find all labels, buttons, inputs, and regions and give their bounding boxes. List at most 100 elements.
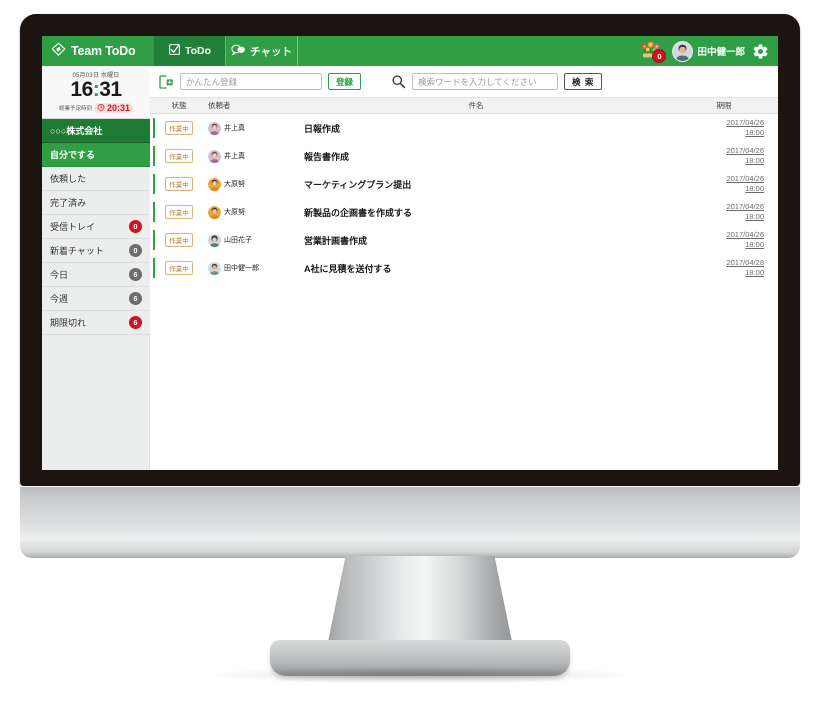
tab-chat[interactable]: チャット: [226, 36, 298, 66]
avatar: [208, 233, 221, 247]
task-title[interactable]: マーケティングプラン提出: [282, 178, 670, 191]
task-requester-cell: 井上真: [208, 121, 282, 135]
status-badge[interactable]: 作業中: [165, 261, 193, 275]
sidebar-item-label: 期限切れ: [50, 318, 87, 329]
search-button[interactable]: 検 索: [564, 73, 603, 90]
status-badge[interactable]: 作業中: [165, 121, 193, 135]
table-row[interactable]: 作業中 大原努 新製品の企画書を作成する 2017/04/26 18:00: [150, 198, 778, 226]
requester-name: 山田花子: [224, 237, 252, 244]
task-title[interactable]: 報告書作成: [282, 150, 670, 163]
clock-widget: 05月03日 水曜日 16:31 終業予定時刻 20:31: [42, 66, 150, 120]
due-time: 18:00: [745, 156, 764, 165]
due-time: 18:00: [745, 184, 764, 193]
task-requester-cell: 大原努: [208, 177, 282, 191]
sidebar-item-requested[interactable]: 依頼した: [42, 167, 150, 192]
sidebar-item-label: 完了済み: [50, 198, 87, 209]
sidebar-item-label: 今週: [50, 294, 69, 305]
status-badge[interactable]: 作業中: [165, 149, 193, 163]
task-due-cell: 2017/04/26 18:00: [670, 202, 778, 222]
status-badge[interactable]: 作業中: [165, 233, 193, 247]
sidebar-item-overdue[interactable]: 期限切れ 6: [42, 311, 150, 336]
sidebar-item-company[interactable]: ○○○株式会社: [42, 119, 150, 144]
tab-todo[interactable]: ToDo: [154, 36, 226, 66]
task-title[interactable]: A社に見積を送付する: [282, 262, 670, 275]
search-group: 検索ワードを入力してください 検 索: [391, 73, 603, 90]
main-panel: かんたん登録 登録 検索ワードを入力してください 検 索 状態 依頼者 件名 期…: [150, 66, 778, 470]
status-badge[interactable]: 作業中: [165, 205, 193, 219]
task-title[interactable]: 新製品の企画書を作成する: [282, 206, 670, 219]
clock-footer: 終業予定時刻 20:31: [42, 103, 150, 114]
task-state-cell: 作業中: [150, 261, 208, 275]
due-date: 2017/04/26: [726, 173, 764, 183]
sidebar-item-label: 依頼した: [50, 174, 87, 185]
column-header-state: 状態: [171, 101, 187, 110]
end-time-label: 終業予定時刻: [58, 106, 92, 113]
diamond-logo-icon: [51, 42, 66, 60]
sidebar-item-badge: 0: [129, 244, 142, 258]
requester-name: 田中健一郎: [224, 265, 259, 272]
add-task-icon[interactable]: [158, 74, 174, 90]
task-state-cell: 作業中: [150, 233, 208, 247]
row-accent-bar: [153, 230, 155, 250]
table-row[interactable]: 作業中 山田花子 営業計画書作成 2017/04/26 18:00: [150, 226, 778, 254]
status-badge[interactable]: 作業中: [165, 177, 193, 191]
notification-button[interactable]: 0: [637, 40, 667, 63]
avatar: [672, 40, 694, 62]
sidebar-item-label: 新着チャット: [50, 246, 104, 257]
table-header: 状態 依頼者 件名 期限: [150, 98, 778, 114]
sidebar-item-completed[interactable]: 完了済み: [42, 191, 150, 216]
table-row[interactable]: 作業中 大原努 マーケティングプラン提出 2017/04/26 18:00: [150, 170, 778, 198]
row-accent-bar: [153, 258, 155, 278]
sidebar-item-label: 自分でする: [50, 150, 96, 161]
sidebar-item-badge: 6: [129, 292, 142, 306]
search-input[interactable]: 検索ワードを入力してください: [412, 73, 559, 90]
task-title[interactable]: 日報作成: [282, 122, 670, 135]
monitor-chin: [20, 486, 800, 558]
task-list: 作業中 井上真 日報作成 2017/04/26 18:00 作業中 井上真 報告…: [150, 114, 778, 470]
user-name-label: 田中健一郎: [697, 47, 745, 58]
top-bar: Team ToDo ToDo チャット 0 田中健一郎: [42, 36, 778, 66]
sidebar-item-inbox[interactable]: 受信トレイ 0: [42, 215, 150, 240]
user-menu[interactable]: 田中健一郎: [672, 40, 745, 62]
app-logo[interactable]: Team ToDo: [42, 36, 154, 66]
checkbox-icon: [168, 43, 181, 59]
row-accent-bar: [153, 174, 155, 194]
monitor-shadow: [200, 666, 640, 684]
tab-todo-label: ToDo: [184, 45, 212, 57]
column-header-due: 期限: [716, 101, 732, 110]
sidebar-item-this-week[interactable]: 今週 6: [42, 287, 150, 312]
search-icon[interactable]: [391, 74, 406, 89]
sidebar-item-label: 受信トレイ: [50, 222, 96, 233]
sidebar-item-my-tasks[interactable]: 自分でする: [42, 143, 150, 168]
end-time-value-wrap: 20:31: [93, 103, 134, 114]
task-state-cell: 作業中: [150, 121, 208, 135]
register-button[interactable]: 登録: [328, 73, 362, 90]
requester-name: 大原努: [224, 181, 245, 188]
clock-minutes: 31: [99, 78, 122, 101]
end-time-value: 20:31: [106, 103, 131, 114]
requester-name: 井上真: [224, 153, 245, 160]
sidebar-item-today[interactable]: 今日 6: [42, 263, 150, 288]
task-state-cell: 作業中: [150, 177, 208, 191]
task-due-cell: 2017/04/26 18:00: [670, 230, 778, 250]
task-requester-cell: 田中健一郎: [208, 261, 282, 275]
table-row[interactable]: 作業中 田中健一郎 A社に見積を送付する 2017/04/28 18:00: [150, 254, 778, 282]
due-date: 2017/04/26: [726, 201, 764, 211]
clock-hours: 16: [70, 78, 93, 101]
due-time: 18:00: [745, 268, 764, 277]
toolbar: かんたん登録 登録 検索ワードを入力してください 検 索: [150, 66, 778, 98]
alarm-clock-icon: [97, 103, 105, 113]
sidebar-item-new-chat[interactable]: 新着チャット 0: [42, 239, 150, 264]
task-requester-cell: 山田花子: [208, 233, 282, 247]
table-row[interactable]: 作業中 井上真 日報作成 2017/04/26 18:00: [150, 114, 778, 142]
sidebar: 05月03日 水曜日 16:31 終業予定時刻 20:31 ○○○株式会社 自分…: [42, 66, 150, 470]
due-date: 2017/04/28: [726, 257, 764, 267]
gear-icon[interactable]: [752, 43, 769, 60]
task-title[interactable]: 営業計画書作成: [282, 234, 670, 247]
quick-add-input[interactable]: かんたん登録: [180, 73, 322, 90]
table-row[interactable]: 作業中 井上真 報告書作成 2017/04/26 18:00: [150, 142, 778, 170]
due-time: 18:00: [745, 128, 764, 137]
sidebar-item-badge: 6: [129, 268, 142, 282]
due-date: 2017/04/26: [726, 229, 764, 239]
app-logo-text: Team ToDo: [71, 44, 136, 58]
